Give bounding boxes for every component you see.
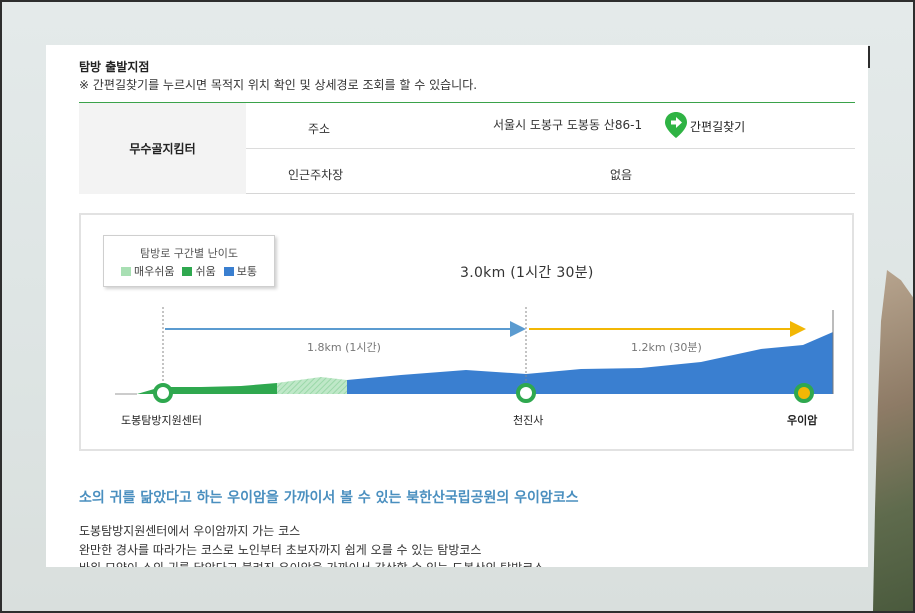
course-description-line: 바위 모양이 소의 귀를 닮았다고 불려진 우이암을 가까이서 감상할 수 있는… [79,559,544,567]
midpoint-marker[interactable] [516,383,536,403]
start-point-name: 무수골지킴터 [79,103,246,194]
summit-marker[interactable] [794,383,814,403]
address-value: 서울시 도봉구 도봉동 산86-1 [493,118,643,132]
legend-item-easy: 쉬움 [182,263,216,279]
start-point-marker[interactable] [153,383,173,403]
segment-2-label: 1.2km (30분) [631,341,702,354]
start-point-label: 도봉탐방지원센터 [121,414,202,427]
parking-value: 없음 [610,168,633,182]
legend-item-very-easy: 매우쉬움 [121,263,174,279]
summit-label: 우이암 [787,414,818,427]
legend-item-normal: 보통 [223,263,257,279]
segment-normal-fill [347,332,833,394]
course-description-line: 완만한 경사를 따라가는 코스로 노인부터 초보자까지 쉽게 오를 수 있는 탐… [79,543,482,557]
course-description-line: 도봉탐방지원센터에서 우이암까지 가는 코스 [79,524,301,538]
midpoint-label: 천진사 [513,414,544,427]
section-note: ※ 간편길찾기를 누르시면 목적지 위치 확인 및 상세경로 조회를 할 수 있… [79,78,478,92]
address-label: 주소 [308,122,331,136]
legend-swatch-normal [223,266,234,276]
route-profile-box: 탐방로 구간별 난이도 매우쉬움 쉬움 보통 3.0km (1시간 30분) 1… [79,213,854,451]
legend-title: 탐방로 구간별 난이도 [139,247,239,260]
location-pin-icon [664,111,688,142]
table-row-divider [246,148,855,149]
difficulty-legend: 탐방로 구간별 난이도 매우쉬움 쉬움 보통 [103,235,275,287]
course-info-panel: 탐방 출발지점 ※ 간편길찾기를 누르시면 목적지 위치 확인 및 상세경로 조… [46,45,868,567]
legend-swatch-easy [182,266,193,276]
segment-1-label: 1.8km (1시간) [307,341,381,354]
legend-label-very-easy: 매우쉬움 [134,265,175,278]
start-point-table: 무수골지킴터 주소 서울시 도봉구 도봉동 산86-1 간편길찾기 인근주차장 … [79,102,855,194]
find-route-label: 간편길찾기 [690,119,746,134]
find-route-button[interactable]: 간편길찾기 [664,111,746,142]
legend-label-easy: 쉬움 [195,265,216,278]
course-description-title: 소의 귀를 닮았다고 하는 우이암을 가까이서 볼 수 있는 북한산국립공원의 … [79,490,579,506]
legend-label-normal: 보통 [236,265,257,278]
section-title: 탐방 출발지점 [79,60,150,74]
legend-swatch-very-easy [121,266,131,276]
route-total: 3.0km (1시간 30분) [460,265,594,281]
parking-label: 인근주차장 [288,168,344,182]
segment-very-easy-fill [277,377,347,394]
